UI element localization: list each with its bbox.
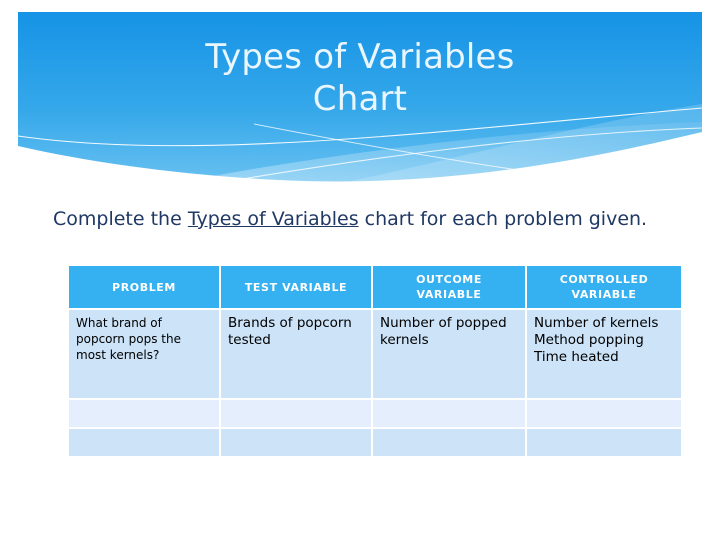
cell-line: Number of kernels — [534, 315, 659, 331]
column-header-test-variable: TEST VARIABLE — [221, 266, 371, 308]
cell-test-variable[interactable]: Brands of popcorn tested — [221, 310, 371, 398]
cell-outcome-variable[interactable] — [373, 429, 525, 456]
table-row — [69, 429, 681, 456]
header-line: PROBLEM — [112, 280, 176, 294]
cell-test-variable[interactable] — [221, 400, 371, 427]
cell-outcome-variable[interactable] — [373, 400, 525, 427]
banner-graphic — [18, 12, 702, 190]
column-header-problem: PROBLEM — [69, 266, 219, 308]
instruction-prefix: Complete the — [53, 208, 188, 230]
instruction-emphasis: Types of Variables — [187, 208, 359, 230]
cell-line: Method popping — [534, 332, 644, 348]
header-line: CONTROLLED — [559, 273, 649, 286]
column-header-outcome-variable: OUTCOME VARIABLE — [373, 266, 525, 308]
cell-controlled-variable[interactable] — [527, 400, 681, 427]
header-line: OUTCOME — [416, 273, 482, 286]
header-line: VARIABLE — [571, 288, 637, 301]
table-body: What brand of popcorn pops the most kern… — [69, 310, 681, 456]
table-header-row: PROBLEM TEST VARIABLE OUTCOME VARIABLE C… — [69, 266, 681, 308]
cell-problem[interactable] — [69, 400, 219, 427]
cell-line: Brands of popcorn tested — [228, 315, 352, 348]
table-row: What brand of popcorn pops the most kern… — [69, 310, 681, 398]
cell-problem[interactable]: What brand of popcorn pops the most kern… — [69, 310, 219, 398]
cell-controlled-variable[interactable] — [527, 429, 681, 456]
instruction-suffix: chart for each problem given. — [358, 208, 648, 230]
column-header-controlled-variable: CONTROLLED VARIABLE — [527, 266, 681, 308]
cell-outcome-variable[interactable]: Number of popped kernels — [373, 310, 525, 398]
header-line: TEST VARIABLE — [244, 280, 348, 294]
cell-problem[interactable] — [69, 429, 219, 456]
header-line: VARIABLE — [416, 288, 482, 301]
table-header: PROBLEM TEST VARIABLE OUTCOME VARIABLE C… — [69, 266, 681, 308]
cell-line: What brand of popcorn pops the most kern… — [76, 316, 181, 362]
title-banner: Types of Variables Chart — [18, 12, 702, 190]
cell-line: Time heated — [534, 349, 619, 365]
instruction-text: Complete the Types of Variables chart fo… — [53, 206, 693, 232]
cell-line: Number of popped kernels — [380, 315, 507, 348]
cell-controlled-variable[interactable]: Number of kernels Method popping Time he… — [527, 310, 681, 398]
types-of-variables-table: PROBLEM TEST VARIABLE OUTCOME VARIABLE C… — [67, 264, 683, 458]
table-row — [69, 400, 681, 427]
cell-test-variable[interactable] — [221, 429, 371, 456]
